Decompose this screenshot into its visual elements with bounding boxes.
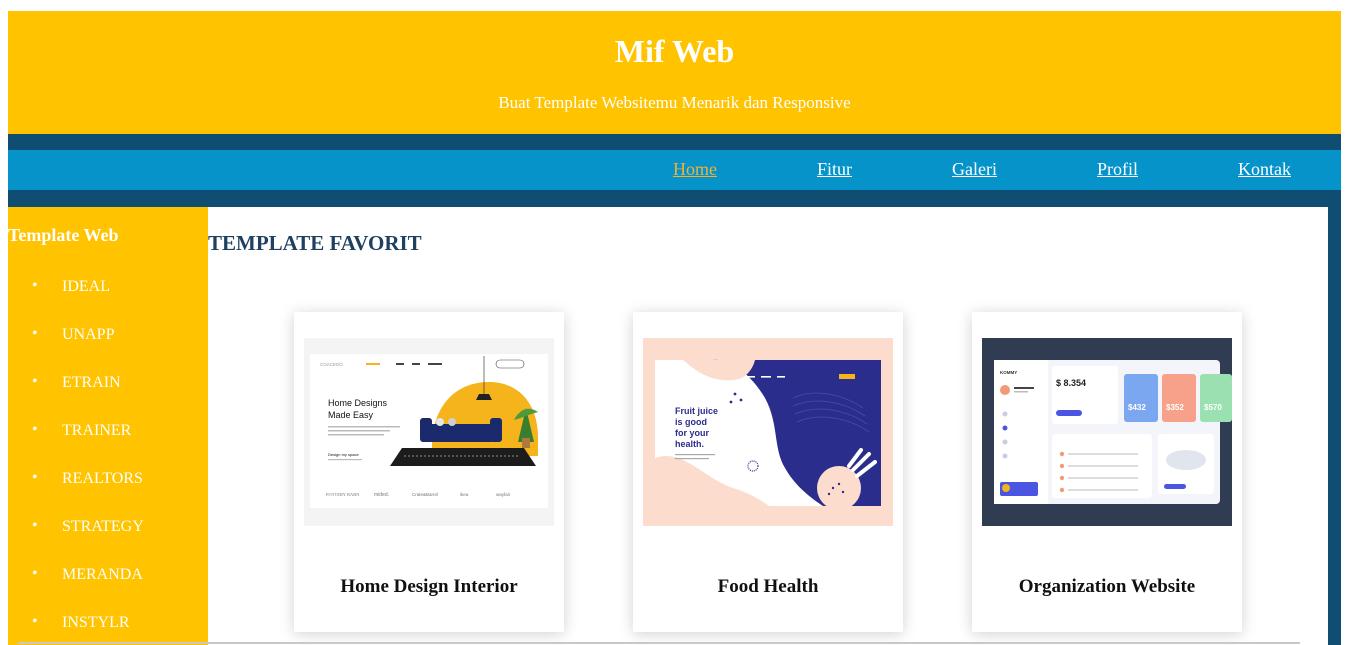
thumb-headline-4: health. <box>675 439 704 449</box>
thumb-headline-1: Fruit juice <box>675 406 718 416</box>
thumb-headline-2: is good <box>675 417 707 427</box>
nav-link-home[interactable]: Home <box>673 159 717 180</box>
thumb-logo: POTTERY BARN <box>326 492 360 497</box>
sidebar-item-label: IDEAL <box>62 278 110 295</box>
main-content: TEMPLATE FAVORIT COACEDO Home Designs Ma… <box>208 207 1328 645</box>
organization-thumbnail: KOMMY $ 8.354 $432 $352 $570 <box>982 338 1232 526</box>
page-frame: Mif Web Buat Template Websitemu Menarik … <box>8 11 1341 645</box>
bullet-icon: • <box>32 421 38 438</box>
bullet-icon: • <box>32 373 38 390</box>
thumb-stat: $432 <box>1128 403 1146 412</box>
main-nav: Home Fitur Galeri Profil Kontak <box>8 150 1341 190</box>
thumb-stat: $352 <box>1166 403 1184 412</box>
thumb-logo: mided. <box>374 492 389 498</box>
template-card-home-design[interactable]: COACEDO Home Designs Made Easy Design my… <box>294 312 564 632</box>
sidebar-item-label: ETRAIN <box>62 374 121 391</box>
horizontal-scrollbar[interactable] <box>18 642 1300 644</box>
section-heading: TEMPLATE FAVORIT <box>208 231 422 255</box>
thumb-stat: $570 <box>1204 403 1222 412</box>
thumb-logo: wayfair <box>496 492 511 497</box>
bullet-icon: • <box>32 325 38 342</box>
card-title[interactable]: Organization Website <box>972 576 1242 598</box>
nav-link-profil[interactable]: Profil <box>1097 159 1138 180</box>
nav-link-galeri[interactable]: Galeri <box>952 159 997 180</box>
bullet-icon: • <box>32 277 38 294</box>
sidebar-item-label: INSTYLR <box>62 614 130 631</box>
site-title: Mif Web <box>614 33 735 69</box>
template-card-food-health[interactable]: Fruit juice is good for your health. Foo… <box>633 312 903 632</box>
sidebar-item-label: STRATEGY <box>62 518 144 535</box>
sidebar-title: Template Web <box>8 225 119 245</box>
food-health-thumbnail: Fruit juice is good for your health. <box>643 338 893 526</box>
bullet-icon: • <box>32 565 38 582</box>
thumb-headline-2: Made Easy <box>328 410 374 420</box>
bullet-icon: • <box>32 469 38 486</box>
nav-link-kontak[interactable]: Kontak <box>1238 159 1291 180</box>
sidebar: Template Web • IDEAL • UNAPP • ETRAIN • TRAI… <box>8 207 208 645</box>
sidebar-item-label: TRAINER <box>62 422 132 439</box>
nav-link-fitur[interactable]: Fitur <box>817 159 852 180</box>
thumb-cta: Design my space <box>328 452 359 457</box>
bullet-icon: • <box>32 613 38 630</box>
thumb-logo: Crate&Barrel <box>412 492 438 497</box>
card-title[interactable]: Home Design Interior <box>294 576 564 598</box>
template-card-organization[interactable]: KOMMY $ 8.354 $432 $352 $570 Organizatio… <box>972 312 1242 632</box>
thumb-balance: $ 8.354 <box>1056 378 1086 388</box>
thumb-brand: KOMMY <box>1000 370 1017 375</box>
site-subtitle: Buat Template Websitemu Menarik dan Resp… <box>498 93 851 112</box>
home-design-thumbnail: COACEDO Home Designs Made Easy Design my… <box>304 338 554 526</box>
thumb-headline-3: for your <box>675 428 709 438</box>
thumb-logo: ikea <box>460 492 469 497</box>
sidebar-item-label: UNAPP <box>62 326 115 343</box>
site-header: Mif Web Buat Template Websitemu Menarik … <box>8 11 1341 134</box>
thumb-headline-1: Home Designs <box>328 398 388 408</box>
bullet-icon: • <box>32 517 38 534</box>
sidebar-item-label: REALTORS <box>62 470 143 487</box>
card-title[interactable]: Food Health <box>633 576 903 598</box>
sidebar-item-label: MERANDA <box>62 566 143 583</box>
thumb-brand: COACEDO <box>320 362 343 367</box>
